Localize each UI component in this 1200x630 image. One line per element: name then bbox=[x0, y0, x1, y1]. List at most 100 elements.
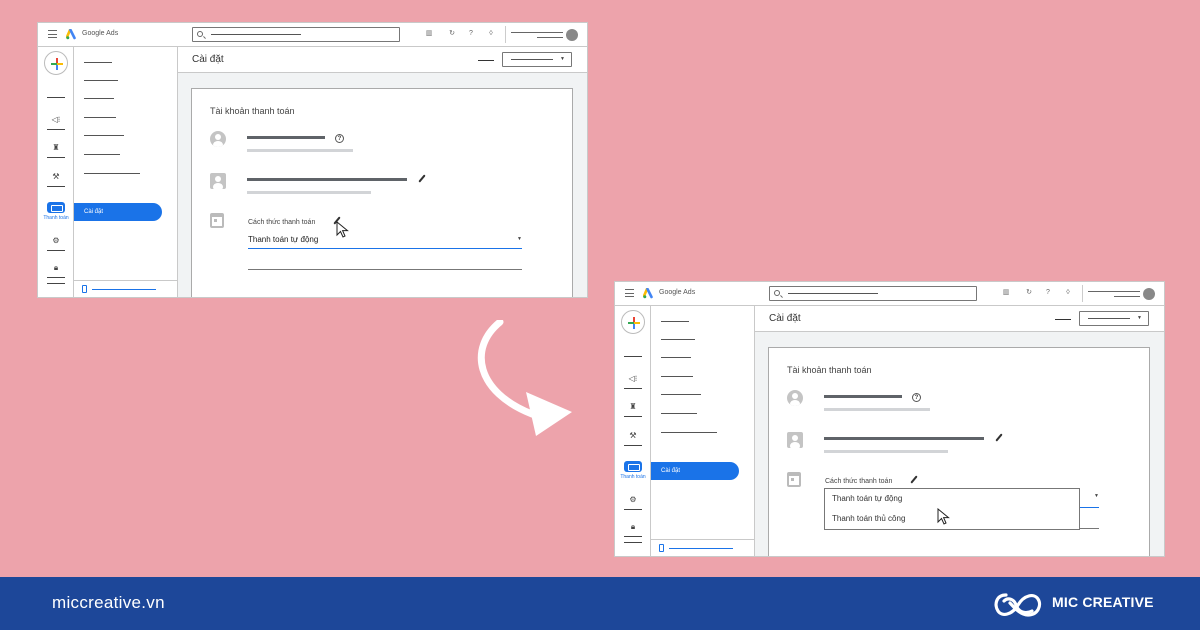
dropdown-option-automatic[interactable]: Thanh toán tự động bbox=[832, 494, 902, 503]
select-underline bbox=[248, 248, 522, 249]
top-bar: Google Ads ▥ ↻ ? ◊ bbox=[38, 23, 587, 47]
edit-pencil-icon[interactable] bbox=[910, 475, 918, 484]
search-input[interactable] bbox=[769, 286, 977, 301]
header-select[interactable]: ▼ bbox=[1079, 311, 1149, 326]
field-underline bbox=[248, 269, 522, 270]
dropdown-option-manual[interactable]: Thanh toán thủ công bbox=[832, 514, 905, 523]
account-id-line bbox=[537, 37, 563, 38]
rail-divider bbox=[624, 445, 642, 446]
help-icon[interactable]: ? bbox=[467, 29, 475, 38]
rail-divider bbox=[47, 157, 65, 158]
search-input[interactable] bbox=[192, 27, 400, 42]
goals-trophy-icon[interactable]: ♜ bbox=[615, 402, 651, 411]
subnav-item[interactable] bbox=[661, 432, 717, 433]
subnav-item-settings[interactable]: Cài đặt bbox=[651, 462, 739, 480]
create-button[interactable] bbox=[44, 51, 68, 75]
field-value-line bbox=[247, 178, 407, 181]
rail-divider bbox=[624, 542, 642, 543]
header-select[interactable]: ▼ bbox=[502, 52, 572, 67]
menu-icon[interactable] bbox=[48, 30, 57, 38]
notification-icon[interactable]: ◊ bbox=[1064, 288, 1072, 297]
tools-icon[interactable]: ⚒ bbox=[38, 172, 74, 181]
rail-divider bbox=[624, 509, 642, 510]
account-name-line bbox=[1088, 291, 1140, 292]
subnav-item[interactable] bbox=[84, 117, 116, 118]
billing-label: Thanh toán bbox=[43, 215, 69, 221]
subnav-item[interactable] bbox=[661, 394, 701, 395]
field-caption-line bbox=[824, 408, 930, 411]
avatar[interactable] bbox=[566, 29, 578, 41]
profile-icon bbox=[787, 390, 803, 406]
help-icon[interactable]: ? bbox=[912, 393, 921, 402]
profile-icon bbox=[210, 131, 226, 147]
goals-trophy-icon[interactable]: ♜ bbox=[38, 143, 74, 152]
footer-bar: miccreative.vn MIC CREATIVE bbox=[0, 577, 1200, 630]
create-button[interactable] bbox=[621, 310, 645, 334]
subnav-footer bbox=[651, 539, 754, 556]
search-icon bbox=[774, 290, 780, 296]
menu-icon[interactable] bbox=[625, 289, 634, 297]
sub-navigation: Cài đặt bbox=[74, 47, 178, 297]
help-icon[interactable]: ? bbox=[335, 134, 344, 143]
admin-gear-icon[interactable]: ⚙ bbox=[615, 495, 651, 504]
mobile-device-icon[interactable] bbox=[659, 544, 664, 552]
refresh-icon[interactable]: ↻ bbox=[448, 29, 456, 38]
subnav-item[interactable] bbox=[84, 80, 118, 81]
left-rail: ◁⁝ ♜ ⚒ Thanh toán ⚙ 🔒︎ bbox=[38, 47, 74, 297]
screenshot-after: Google Ads ▥ ↻ ? ◊ ◁⁝ ♜ ⚒ Thanh toán ⚙ 🔒… bbox=[614, 281, 1165, 557]
reports-icon[interactable]: ▥ bbox=[425, 29, 433, 38]
subnav-item[interactable] bbox=[661, 339, 695, 340]
header-dash bbox=[1055, 319, 1071, 320]
subnav-item[interactable] bbox=[84, 62, 112, 63]
brand-name: Google Ads bbox=[82, 30, 119, 37]
subnav-item[interactable] bbox=[84, 154, 120, 155]
edit-pencil-icon[interactable] bbox=[418, 174, 426, 183]
header-dash bbox=[478, 60, 494, 61]
mobile-device-icon[interactable] bbox=[82, 285, 87, 293]
avatar[interactable] bbox=[1143, 288, 1155, 300]
refresh-icon[interactable]: ↻ bbox=[1025, 288, 1033, 297]
payment-method-select[interactable]: Thanh toán tự động bbox=[248, 235, 318, 244]
field-underline bbox=[1079, 528, 1099, 529]
rail-divider bbox=[47, 129, 65, 130]
chevron-down-icon[interactable]: ▼ bbox=[517, 236, 522, 242]
subnav-item[interactable] bbox=[84, 135, 124, 136]
page-title: Cài đặt bbox=[769, 313, 801, 324]
field-value-line bbox=[824, 395, 902, 398]
chevron-down-icon: ▼ bbox=[560, 56, 565, 62]
subnav-footer-link[interactable] bbox=[669, 548, 733, 549]
campaigns-icon[interactable]: ◁⁝ bbox=[615, 374, 651, 383]
reports-icon[interactable]: ▥ bbox=[1002, 288, 1010, 297]
subnav-item[interactable] bbox=[661, 413, 697, 414]
contact-icon bbox=[210, 173, 226, 189]
edit-pencil-icon[interactable] bbox=[995, 433, 1003, 442]
subnav-item[interactable] bbox=[661, 321, 689, 322]
field-caption-line bbox=[247, 191, 371, 194]
lock-icon[interactable]: 🔒︎ bbox=[38, 263, 74, 272]
brand-name: Google Ads bbox=[659, 289, 696, 296]
campaigns-icon[interactable]: ◁⁝ bbox=[38, 115, 74, 124]
main-content: Cài đặt ▼ Tài khoản thanh toán ? Cách th… bbox=[755, 306, 1164, 556]
subnav-item[interactable] bbox=[661, 376, 693, 377]
lock-icon[interactable]: 🔒︎ bbox=[615, 522, 651, 531]
tools-icon[interactable]: ⚒ bbox=[615, 431, 651, 440]
chevron-down-icon[interactable]: ▼ bbox=[1094, 493, 1099, 499]
mouse-cursor-icon bbox=[336, 221, 349, 238]
toolbar-divider bbox=[1082, 285, 1083, 302]
subnav-item[interactable] bbox=[84, 173, 140, 174]
left-rail: ◁⁝ ♜ ⚒ Thanh toán ⚙ 🔒︎ bbox=[615, 306, 651, 556]
page-header: Cài đặt ▼ bbox=[755, 306, 1164, 332]
subnav-footer-link[interactable] bbox=[92, 289, 156, 290]
field-caption-line bbox=[824, 450, 948, 453]
help-icon[interactable]: ? bbox=[1044, 288, 1052, 297]
rail-divider bbox=[47, 250, 65, 251]
admin-gear-icon[interactable]: ⚙ bbox=[38, 236, 74, 245]
mouse-cursor-icon bbox=[937, 508, 950, 525]
subnav-item-settings[interactable]: Cài đặt bbox=[74, 203, 162, 221]
billing-icon[interactable] bbox=[47, 202, 65, 213]
subnav-item[interactable] bbox=[84, 98, 114, 99]
billing-icon[interactable] bbox=[624, 461, 642, 472]
website-link[interactable]: miccreative.vn bbox=[52, 593, 165, 613]
notification-icon[interactable]: ◊ bbox=[487, 29, 495, 38]
subnav-item[interactable] bbox=[661, 357, 691, 358]
